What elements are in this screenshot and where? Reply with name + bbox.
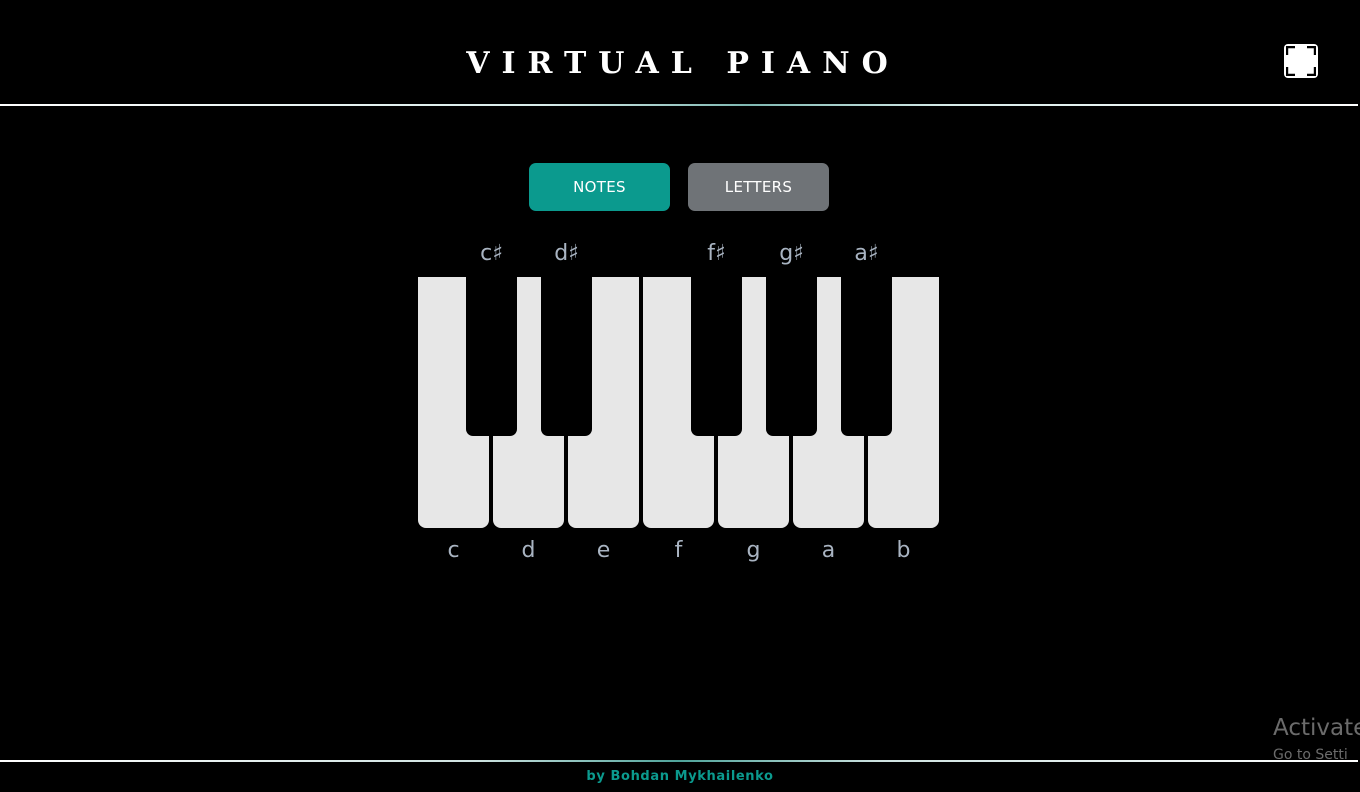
black-key-label-a-sharp: a♯ (854, 241, 879, 266)
white-key-label-d: d (521, 538, 536, 563)
white-key-label-f: f (674, 538, 683, 563)
white-key-label-b: b (896, 538, 911, 563)
black-key-d-sharp[interactable] (541, 277, 592, 436)
black-key-f-sharp[interactable] (691, 277, 742, 436)
piano-keyboard: c d e f g a b c♯ d♯ f♯ g♯ a♯ (0, 0, 1360, 792)
white-key-label-g: g (746, 538, 761, 563)
black-key-label-g-sharp: g♯ (779, 241, 804, 266)
white-key-label-a: a (821, 538, 836, 563)
footer-divider (0, 760, 1358, 762)
black-key-g-sharp[interactable] (766, 277, 817, 436)
watermark-title: Activate (1273, 715, 1360, 741)
activation-watermark: Activate Go to Setti (1273, 712, 1360, 762)
white-key-label-e: e (596, 538, 611, 563)
watermark-subtitle: Go to Setti (1273, 747, 1348, 762)
black-key-c-sharp[interactable] (466, 277, 517, 436)
black-key-a-sharp[interactable] (841, 277, 892, 436)
author-credit: by Bohdan Mykhailenko (586, 769, 774, 784)
black-key-label-f-sharp: f♯ (707, 241, 726, 266)
white-key-label-c: c (447, 538, 460, 563)
virtual-piano-page: VIRTUAL PIANO NOTES LETTERS c d e f g a b c♯ d♯ f… (0, 0, 1360, 792)
black-key-label-d-sharp: d♯ (554, 241, 579, 266)
black-key-label-c-sharp: c♯ (480, 241, 503, 266)
